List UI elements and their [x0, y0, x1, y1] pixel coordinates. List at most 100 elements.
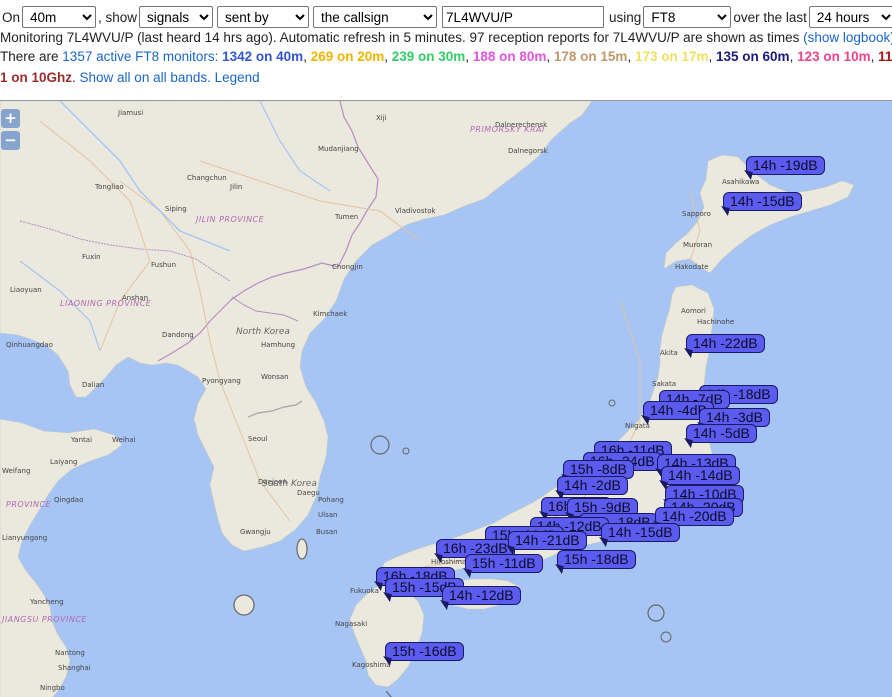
reception-report-marker[interactable]: 15h -18dB [557, 550, 636, 569]
reception-report-marker[interactable]: 14h -19dB [746, 156, 825, 175]
island-oki [370, 435, 390, 455]
over-text: over the last [733, 9, 807, 25]
monitoring-text: Monitoring 7L4WVU/P (last heard 14 hrs a… [0, 30, 800, 45]
band-count-item[interactable]: 178 on 15m [554, 49, 628, 64]
place-label: Dandong [162, 331, 194, 339]
reception-report-marker[interactable]: 15h -11dB [465, 554, 543, 573]
place-label: Shanghai [58, 664, 91, 672]
place-label: Tongliao [95, 183, 124, 191]
place-label: Vladivostok [395, 207, 436, 215]
island-dot-2 [608, 399, 616, 407]
band-count-item[interactable]: 188 on 80m [473, 49, 547, 64]
band-count-10ghz[interactable]: 1 on 10Ghz [0, 70, 72, 85]
there-are-text: There are [0, 49, 59, 64]
place-label: Tumen [335, 213, 359, 221]
place-label: Hakodate [675, 263, 709, 271]
reception-report-marker[interactable]: 14h -15dB [601, 523, 680, 542]
place-label: Weihai [112, 436, 136, 444]
region-label: LIAONING PROVINCE [60, 299, 152, 308]
reception-report-marker[interactable]: 15h -16dB [385, 642, 464, 661]
place-label: Siping [165, 205, 187, 213]
country-label: North Korea [236, 327, 290, 337]
island-south-1 [647, 604, 665, 622]
band-count-item[interactable]: 239 on 30m [392, 49, 466, 64]
reception-report-marker[interactable]: 14h -14dB [661, 466, 740, 485]
active-monitors-link[interactable]: 1357 active FT8 monitors: [62, 49, 218, 64]
island-south-2 [660, 631, 672, 643]
place-label: Jilin [230, 183, 243, 191]
place-label: Lianyungang [2, 534, 48, 542]
region-label: PROVINCE [6, 500, 52, 509]
band-count-item[interactable]: 269 on 20m [311, 49, 385, 64]
region-label: PRIMORSKY KRAI [470, 125, 545, 134]
place-label: Jiamusi [118, 109, 144, 117]
band-count-item[interactable]: 123 on 10m [797, 49, 871, 64]
reception-report-marker[interactable]: 14h -15dB [723, 192, 802, 211]
direction-select[interactable]: sent by [217, 6, 310, 28]
monitor-counts: There are 1357 active FT8 monitors: 1342… [0, 48, 892, 66]
place-label: Dalian [82, 381, 105, 389]
band-count-item[interactable]: 113 on 12m [878, 49, 892, 64]
reception-report-marker[interactable]: 14h -2dB [557, 476, 628, 495]
place-label: Pohang [318, 496, 344, 504]
place-label: Xiji [376, 114, 387, 122]
place-label: Chongjin [332, 263, 363, 271]
place-label: Daegu [297, 489, 320, 497]
country-label: South Korea [262, 479, 317, 489]
place-label: Weifang [2, 467, 31, 475]
using-text: using [609, 9, 642, 25]
place-label: Aomori [681, 307, 706, 315]
place-label: Busan [316, 528, 338, 536]
place-label: Yancheng [30, 598, 64, 606]
map-view[interactable]: + − Jiamusi Xiji Dalnerechensk Mudanjiang Da… [0, 100, 892, 697]
place-label: Asahikawa [722, 178, 760, 186]
island-dot-1 [402, 447, 410, 455]
show-select[interactable]: signals [139, 6, 214, 28]
place-label: Nantong [55, 649, 85, 657]
band-count-item[interactable]: 173 on 17m [635, 49, 709, 64]
place-label: Qinhuangdao [6, 341, 53, 349]
place-label: Nagasaki [335, 620, 368, 628]
zoom-out-button[interactable]: − [1, 131, 20, 150]
filter-row: On 40m , show signals sent by the callsi… [0, 5, 892, 29]
place-label: Hachinohe [697, 318, 735, 326]
place-label: Seoul [248, 435, 268, 443]
reception-report-marker[interactable]: 14h -21dB [508, 531, 587, 550]
target-select[interactable]: the callsign [313, 6, 438, 28]
legend-link[interactable]: Legend [215, 70, 260, 85]
reception-report-marker[interactable]: 14h -12dB [442, 586, 521, 605]
place-label: Changchun [187, 174, 227, 182]
place-label: Sapporo [682, 210, 711, 218]
place-label: Laiyang [50, 458, 78, 466]
island-chain-south [385, 690, 392, 697]
place-label: Gwangju [240, 528, 271, 536]
callsign-input[interactable] [442, 6, 605, 28]
place-label: Fushun [151, 261, 177, 269]
on-text: On [2, 9, 21, 25]
period-select[interactable]: 24 hours [808, 6, 892, 28]
place-label: Ningbo [40, 684, 65, 692]
band-list: 1342 on 40m, 269 on 20m, 239 on 30m, 188… [222, 49, 892, 64]
reception-report-marker[interactable]: 14h -22dB [686, 334, 765, 353]
show-all-bands-link[interactable]: Show all on all bands. [80, 70, 211, 85]
band-count-item[interactable]: 1342 on 40m [222, 49, 303, 64]
controls-panel: On 40m , show signals sent by the callsi… [0, 0, 892, 100]
region-label: JILIN PROVINCE [196, 215, 265, 224]
island-tsushima [296, 538, 308, 560]
place-label: Wonsan [261, 373, 289, 381]
show-text: , show [98, 9, 138, 25]
show-logbook-link[interactable]: (show logbook). [803, 30, 892, 45]
band-count-item[interactable]: 135 on 60m [716, 49, 790, 64]
zoom-in-button[interactable]: + [1, 109, 20, 128]
monitoring-status: Monitoring 7L4WVU/P (last heard 14 hrs a… [0, 29, 892, 47]
place-label: Hamhung [261, 341, 296, 349]
place-label: Akita [660, 349, 678, 357]
band-select[interactable]: 40m [22, 6, 97, 28]
region-label: JIANGSU PROVINCE [2, 615, 87, 624]
place-label: Ulsan [318, 511, 338, 519]
place-label: Sakata [652, 380, 676, 388]
band-links-row: 1 on 10Ghz. Show all on all bands. Legen… [0, 70, 260, 85]
place-label: Dalnegorsk [508, 147, 548, 155]
reception-report-marker[interactable]: 14h -5dB [686, 424, 757, 443]
mode-select[interactable]: FT8 [643, 6, 732, 28]
